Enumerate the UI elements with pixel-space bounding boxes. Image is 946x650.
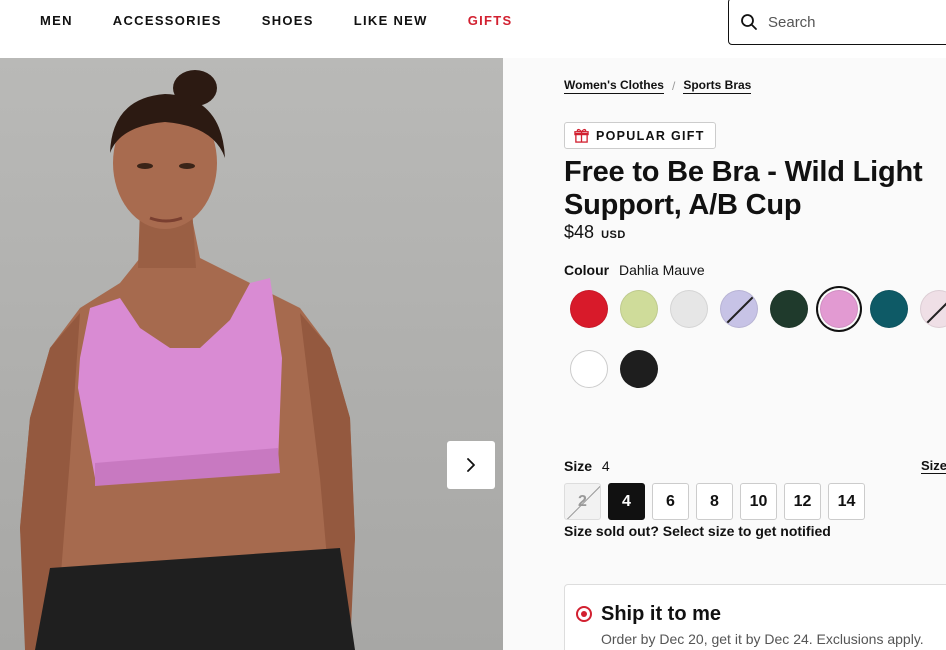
chevron-right-icon bbox=[467, 458, 475, 472]
colour-swatch[interactable] bbox=[570, 290, 608, 328]
unavailable-slash bbox=[723, 293, 757, 327]
size-label-row: Size 4 bbox=[564, 458, 610, 474]
size-sold-out-note: Size sold out? Select size to get notifi… bbox=[564, 523, 831, 539]
product-image bbox=[0, 58, 503, 650]
unavailable-slash bbox=[923, 293, 946, 327]
badge-label: POPULAR GIFT bbox=[596, 128, 705, 143]
colour-swatch[interactable] bbox=[620, 350, 658, 388]
search-icon bbox=[741, 14, 757, 30]
ship-it-to-me-option[interactable]: Ship it to me Order by Dec 20, get it by… bbox=[564, 584, 946, 650]
breadcrumb-separator: / bbox=[671, 79, 676, 93]
colour-label-row: Colour Dahlia Mauve bbox=[564, 262, 705, 278]
nav-link-shoes[interactable]: SHOES bbox=[262, 13, 314, 28]
product-details-panel: Women's Clothes / Sports Bras POPULAR GI… bbox=[503, 58, 946, 650]
size-option-6[interactable]: 6 bbox=[652, 483, 689, 520]
gift-icon bbox=[574, 128, 589, 143]
search-box[interactable] bbox=[728, 0, 946, 45]
size-label: Size bbox=[564, 458, 593, 474]
price-currency: USD bbox=[601, 229, 626, 241]
top-navigation: MEN ACCESSORIES SHOES LIKE NEW GIFTS bbox=[0, 0, 946, 58]
size-option-10[interactable]: 10 bbox=[740, 483, 777, 520]
nav-links: MEN ACCESSORIES SHOES LIKE NEW GIFTS bbox=[40, 13, 552, 28]
search-input[interactable] bbox=[768, 11, 946, 33]
product-price: $48 USD bbox=[564, 222, 626, 243]
colour-swatch[interactable] bbox=[770, 290, 808, 328]
size-option-label: 8 bbox=[710, 492, 719, 510]
selected-size: 4 bbox=[601, 458, 610, 474]
size-option-2[interactable]: 2 bbox=[564, 483, 601, 520]
colour-swatch[interactable] bbox=[820, 290, 858, 328]
ship-subtitle: Order by Dec 20, get it by Dec 24. Exclu… bbox=[601, 631, 924, 647]
size-option-label: 6 bbox=[666, 492, 675, 510]
breadcrumb-womens-clothes[interactable]: Women's Clothes bbox=[564, 78, 664, 94]
colour-swatch[interactable] bbox=[670, 290, 708, 328]
next-image-button[interactable] bbox=[447, 441, 495, 489]
popular-gift-badge: POPULAR GIFT bbox=[564, 122, 716, 149]
size-option-8[interactable]: 8 bbox=[696, 483, 733, 520]
colour-swatch[interactable] bbox=[720, 290, 758, 328]
colour-swatch[interactable] bbox=[570, 350, 608, 388]
colour-label: Colour bbox=[564, 262, 610, 278]
ship-title: Ship it to me bbox=[601, 603, 721, 625]
colour-swatch[interactable] bbox=[620, 290, 658, 328]
size-option-label: 10 bbox=[749, 492, 768, 510]
colour-swatch[interactable] bbox=[920, 290, 946, 328]
size-option-4[interactable]: 4 bbox=[608, 483, 645, 520]
size-option-14[interactable]: 14 bbox=[828, 483, 865, 520]
nav-link-men[interactable]: MEN bbox=[40, 13, 73, 28]
nav-link-gifts[interactable]: GIFTS bbox=[468, 13, 513, 28]
sold-out-strike bbox=[565, 484, 600, 519]
size-guide-link[interactable]: Size bbox=[921, 458, 946, 474]
breadcrumb: Women's Clothes / Sports Bras bbox=[564, 78, 752, 94]
ship-radio-button[interactable] bbox=[576, 606, 592, 622]
product-title: Free to Be Bra - Wild Light Support, A/B… bbox=[564, 156, 923, 221]
nav-link-like-new[interactable]: LIKE NEW bbox=[354, 13, 428, 28]
model-photo bbox=[20, 70, 355, 650]
breadcrumb-sports-bras[interactable]: Sports Bras bbox=[683, 78, 752, 94]
size-options: 2 4 6 8 10 12 14 bbox=[564, 483, 872, 520]
price-amount: $48 bbox=[564, 222, 595, 242]
size-option-label: 14 bbox=[837, 492, 856, 510]
size-option-label: 4 bbox=[622, 492, 631, 510]
nav-link-accessories[interactable]: ACCESSORIES bbox=[113, 13, 222, 28]
size-option-12[interactable]: 12 bbox=[784, 483, 821, 520]
size-option-label: 12 bbox=[793, 492, 812, 510]
selected-colour-name: Dahlia Mauve bbox=[619, 262, 705, 278]
colour-swatch[interactable] bbox=[870, 290, 908, 328]
